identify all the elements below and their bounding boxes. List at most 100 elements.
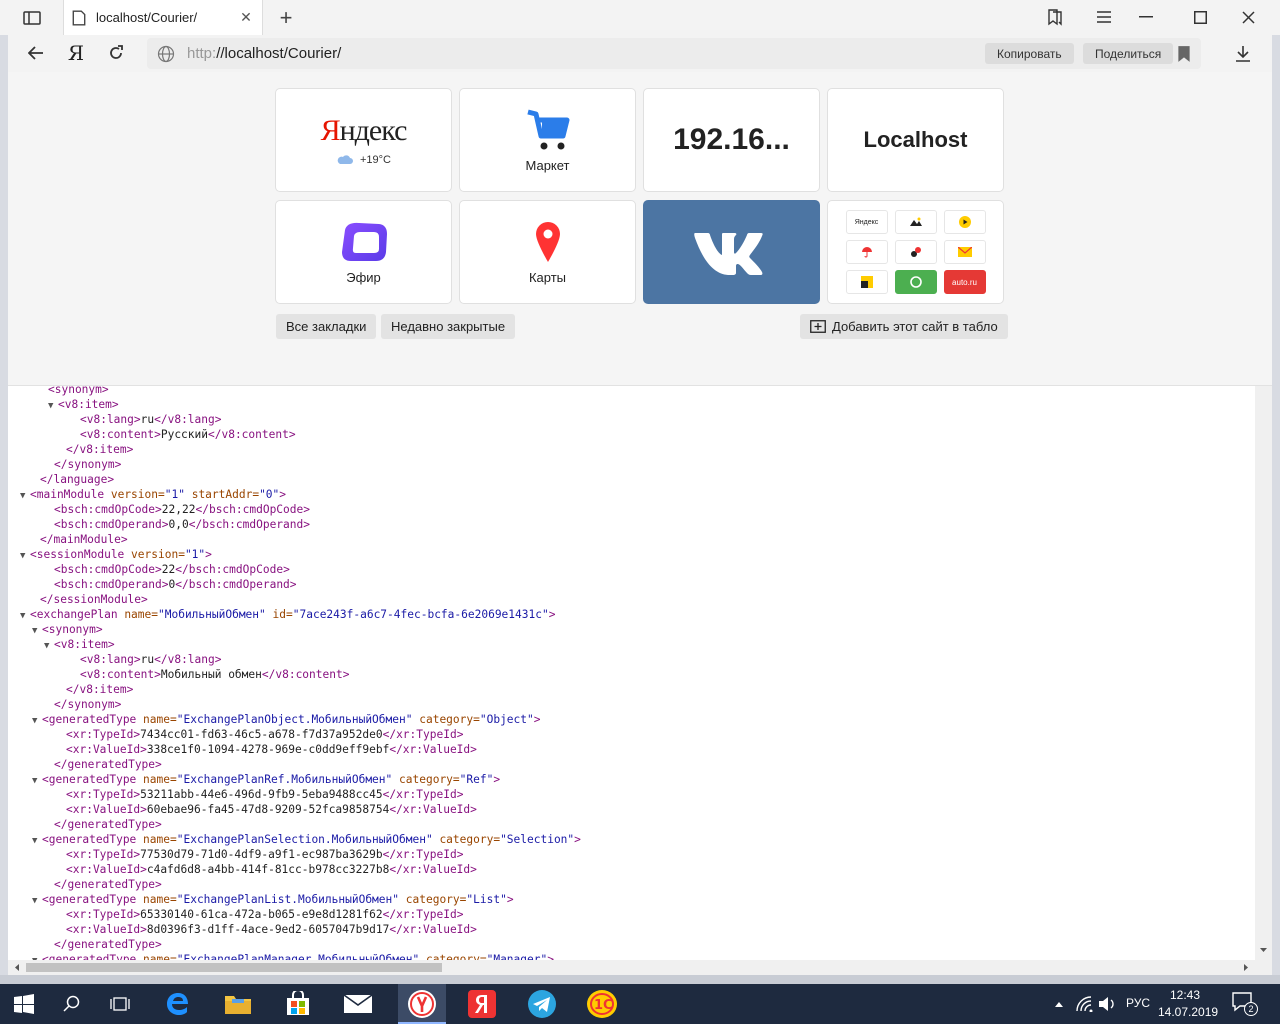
mail-app-icon[interactable] (334, 984, 382, 1024)
clock-date[interactable]: 14.07.2019 (1158, 1005, 1218, 1019)
xml-line: ▼<generatedType name="ExchangePlanManage… (32, 952, 554, 960)
xml-line: <xr:TypeId>7434cc01-fd63-46c5-a678-f7d37… (66, 728, 464, 741)
new-tab-button[interactable]: + (274, 6, 298, 30)
collapse-arrow-icon[interactable]: ▼ (20, 489, 30, 504)
collapse-arrow-icon[interactable]: ▼ (44, 639, 54, 654)
xml-document-view: <synonym> ▼ <v8:item> <v8:lang>ru</v8:lang>… (8, 386, 1255, 960)
xml-line: <v8:lang>ru</v8:lang> (80, 653, 222, 666)
xml-line: </synonym> (54, 698, 122, 711)
all-bookmarks-button[interactable]: Все закладки (276, 314, 377, 339)
zen-icon (894, 210, 937, 234)
windows-taskbar: 1C РУС 12:43 14.07.2019 2 (0, 984, 1280, 1024)
tab-title: localhost/Courier/ (96, 10, 198, 25)
file-explorer-icon[interactable] (214, 984, 262, 1024)
xml-line: <bsch:cmdOpCode>22,22</bsch:cmdOpCode> (54, 503, 311, 516)
sidebar-toggle-icon[interactable] (14, 6, 50, 30)
collapse-arrow-icon[interactable]: ▼ (32, 714, 42, 729)
address-bar[interactable]: http://localhost/Courier/ Копировать Под… (147, 38, 1201, 69)
close-tab-icon[interactable]: ✕ (238, 9, 254, 26)
clock-time[interactable]: 12:43 (1170, 988, 1200, 1002)
collapse-arrow-icon[interactable]: ▼ (20, 549, 30, 564)
telegram-icon[interactable] (518, 984, 566, 1024)
xml-line: ▼ <generatedType name="ExchangePlanSelect… (32, 832, 581, 847)
share-button[interactable]: Поделиться (1083, 43, 1174, 64)
xml-line: <v8:content>Мобильный обмен</v8:content> (80, 668, 350, 681)
maximize-icon[interactable] (1185, 4, 1215, 30)
network-icon[interactable] (1076, 996, 1094, 1012)
tile-ip-address[interactable]: 192.16... (643, 88, 820, 192)
horizontal-scroll-thumb[interactable] (26, 963, 442, 972)
xml-line: ▼ <mainModule version="1" startAddr="0"> (20, 487, 286, 502)
bookmark-icon[interactable] (1176, 45, 1192, 63)
start-menu-icon[interactable] (0, 984, 48, 1024)
vertical-scrollbar[interactable] (1255, 386, 1272, 960)
yandex-home-button[interactable]: Я (62, 40, 90, 66)
task-view-icon[interactable] (96, 984, 144, 1024)
close-window-icon[interactable] (1233, 4, 1263, 30)
menu-icon[interactable] (1089, 4, 1119, 30)
browser-tab[interactable]: localhost/Courier/ ✕ (63, 0, 263, 35)
collapse-arrow-icon[interactable]: ▼ (32, 834, 42, 849)
download-icon[interactable] (1231, 42, 1255, 66)
tile-efir-label: Эфир (346, 269, 381, 285)
browser-titlebar: localhost/Courier/ ✕ + (0, 0, 1280, 35)
tile-efir[interactable]: Эфир (275, 200, 452, 304)
action-center-icon[interactable]: 2 (1232, 992, 1258, 1016)
xml-line: <xr:TypeId>77530d79-71d0-4df9-a9f1-ec987… (66, 848, 464, 861)
1c-enterprise-icon[interactable]: 1C (578, 984, 626, 1024)
collapse-arrow-icon[interactable]: ▼ (32, 894, 42, 909)
scroll-right-icon[interactable] (1240, 960, 1252, 975)
mini-tile-autoru: auto.ru (943, 270, 986, 294)
tile-localhost[interactable]: Localhost (827, 88, 1004, 192)
volume-icon[interactable] (1098, 996, 1116, 1012)
minimize-icon[interactable] (1131, 4, 1161, 30)
tile-market[interactable]: Маркет (459, 88, 636, 192)
bookmarks-manager-icon[interactable] (1040, 4, 1070, 30)
add-site-button[interactable]: Добавить этот сайт в табло (800, 314, 1008, 339)
show-hidden-icons-icon[interactable] (1054, 1000, 1064, 1008)
tile-yandex[interactable]: Яндекс +19°C (275, 88, 452, 192)
collapse-arrow-icon[interactable]: ▼ (32, 774, 42, 789)
tile-services-folder[interactable]: Яндекс auto.ru (827, 200, 1004, 304)
xml-line: ▼ <v8:item> (48, 397, 119, 412)
tile-maps-label: Карты (528, 269, 567, 285)
url-text[interactable]: http://localhost/Courier/ (187, 45, 341, 62)
xml-line: ▼ <generatedType name="ExchangePlanObject… (32, 712, 541, 727)
tile-vk[interactable] (643, 200, 820, 304)
collapse-arrow-icon[interactable]: ▼ (20, 609, 30, 624)
yandex-browser-taskbar-icon[interactable] (398, 984, 446, 1024)
tile-maps[interactable]: Карты (459, 200, 636, 304)
xml-line: ▼ <synonym> (32, 622, 103, 637)
weather-temperature: +19°C (359, 154, 391, 166)
xml-line: <xr:TypeId>65330140-61ca-472a-b065-e9e8d… (66, 908, 464, 921)
scroll-left-icon[interactable] (11, 960, 23, 975)
url-path: //localhost/Courier/ (216, 45, 342, 62)
xml-line: ▼ <generatedType name="ExchangePlanList.М… (32, 892, 514, 907)
copy-url-button[interactable]: Копировать (985, 43, 1074, 64)
store-icon[interactable] (274, 984, 322, 1024)
horizontal-scrollbar[interactable] (8, 960, 1272, 975)
url-scheme: http: (187, 45, 217, 62)
yandex-app-icon[interactable] (458, 984, 506, 1024)
xml-line: <v8:content>Русский</v8:content> (80, 428, 296, 441)
back-arrow-icon[interactable] (22, 40, 50, 66)
svg-text:1C: 1C (594, 998, 613, 1013)
scroll-down-icon[interactable] (1255, 944, 1272, 956)
collapse-arrow-icon[interactable]: ▼ (32, 624, 42, 639)
input-language-indicator[interactable]: РУС (1126, 996, 1150, 1010)
reload-icon[interactable] (102, 40, 130, 66)
xml-line: </synonym> (54, 458, 122, 471)
green-service-icon (894, 270, 937, 294)
xml-line: <v8:lang>ru</v8:lang> (80, 413, 222, 426)
recently-closed-button[interactable]: Недавно закрытые (381, 314, 516, 339)
xml-line: <xr:ValueId>338ce1f0-1094-4278-969e-c0dd… (66, 743, 477, 756)
xml-line: ▼ <v8:item> (44, 637, 115, 652)
disk-icon (845, 270, 888, 294)
umbrella-icon (845, 240, 888, 264)
search-icon[interactable] (48, 984, 96, 1024)
xml-line: </language> (40, 473, 115, 486)
collapse-arrow-icon[interactable]: ▼ (48, 399, 58, 414)
yandex-logo: Яндекс (320, 114, 408, 147)
edge-browser-icon[interactable] (154, 984, 202, 1024)
xml-line: <synonym> (48, 386, 109, 396)
